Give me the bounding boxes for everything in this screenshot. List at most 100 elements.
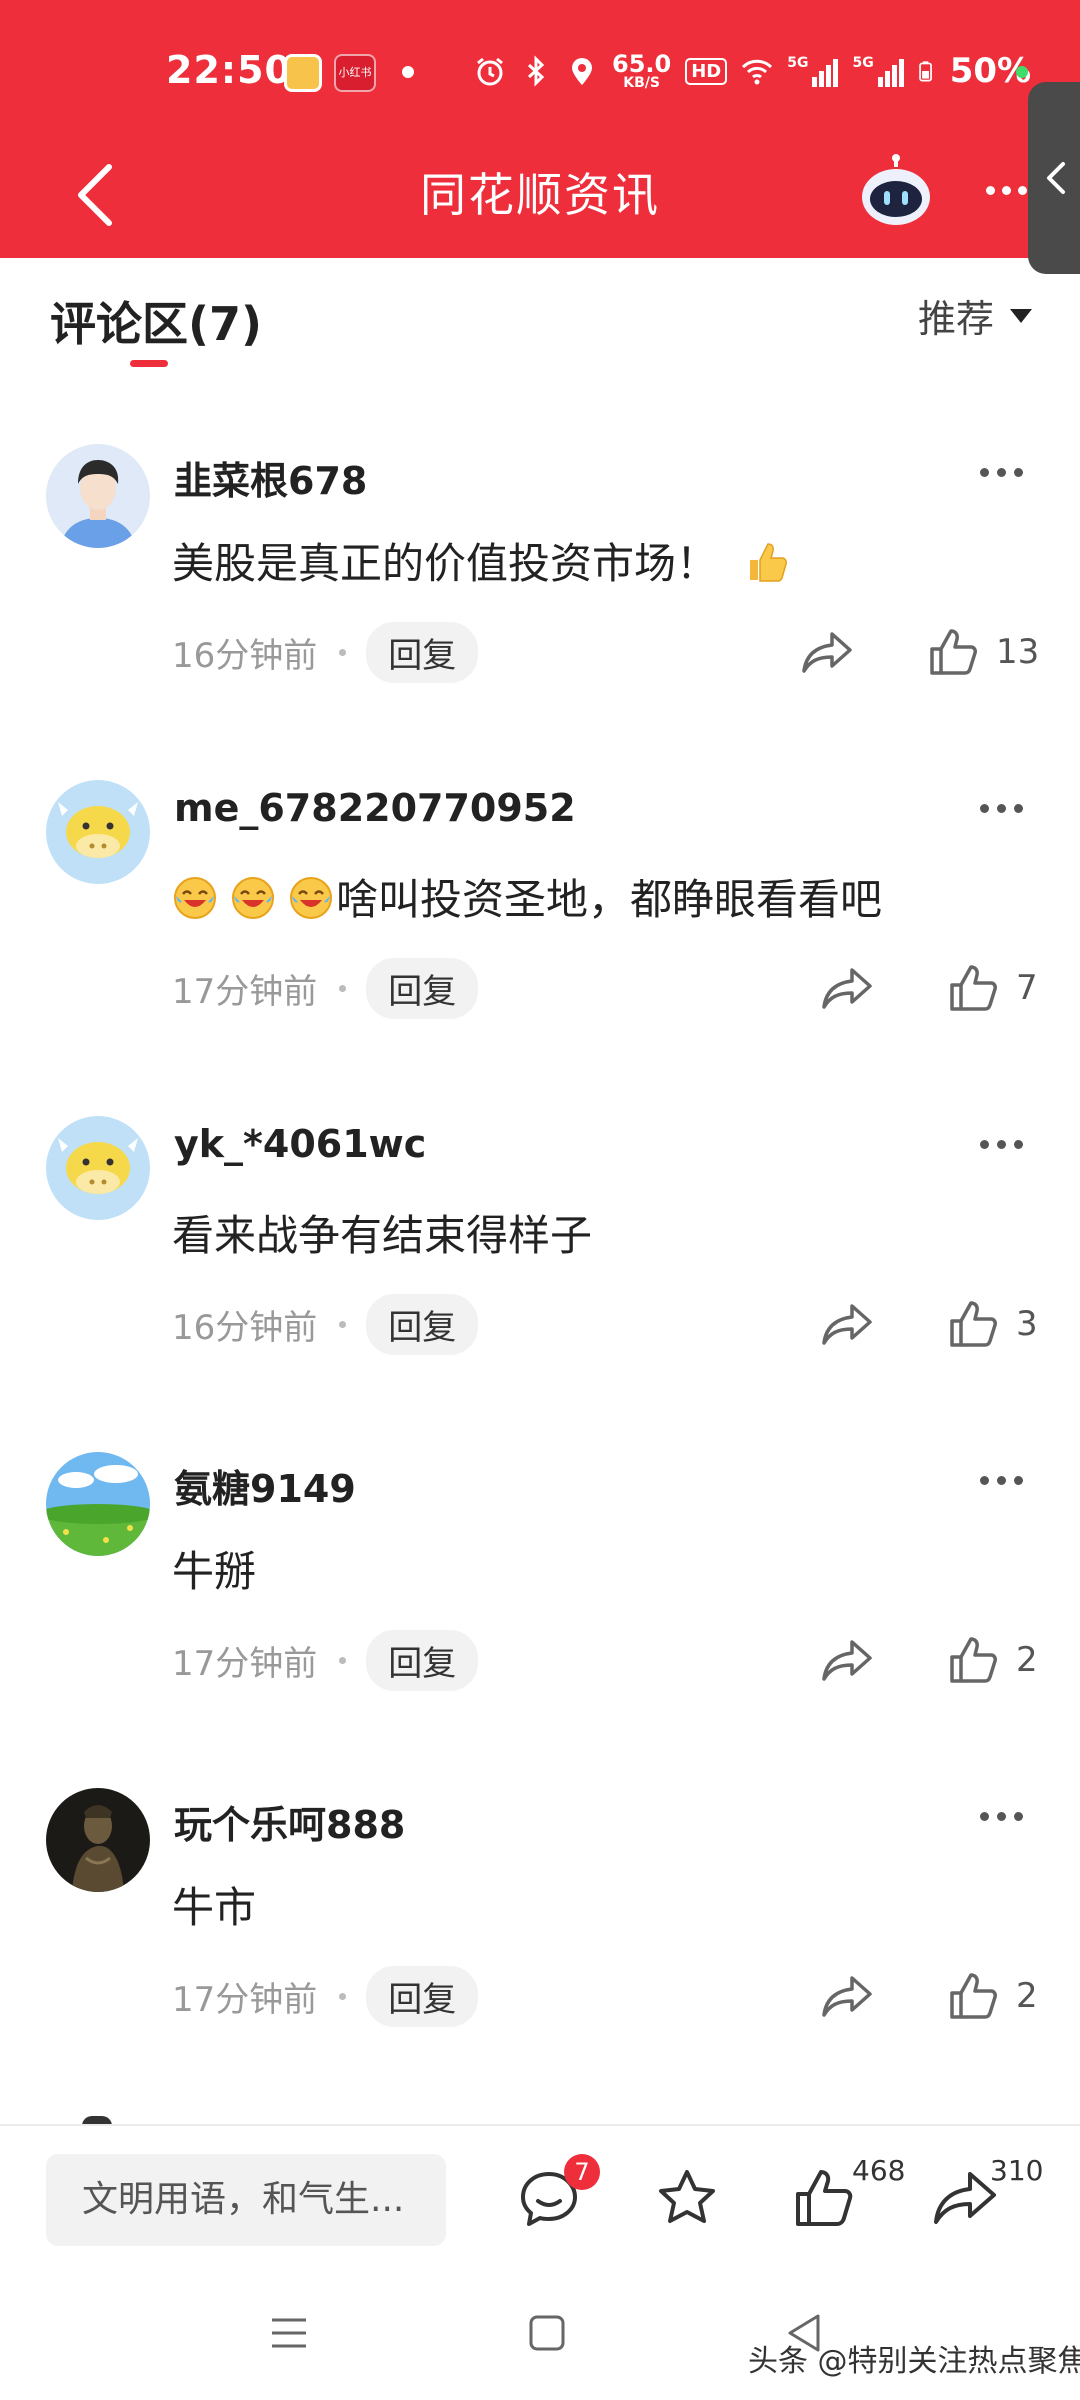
laughing-face-emoji-icon [174,876,216,919]
comment-list: 韭菜根678 美股是真正的价值投资市场！ 16分钟前 回复 13 me_6782… [0,390,1080,2070]
signal-strength-2: 5G [852,55,904,87]
comment-text: 看来战争有结束得样子 [172,1202,592,1263]
like-count: 7 [1016,968,1038,1008]
comment-time: 16分钟前 [172,635,318,676]
like-count: 3 [1016,1304,1038,1344]
comment-time: 16分钟前 [172,1307,318,1348]
separator-dot [339,1320,347,1328]
comment-text: 啥叫投资圣地，都睁眼看看吧 [172,866,882,927]
title-bar: 同花顺资讯 [0,145,1080,258]
comment-item: yk_*4061wc 看来战争有结束得样子 16分钟前 回复 3 [0,1062,1080,1398]
status-icons: 65.0 KB/S HD 5G 5G 50% [474,46,1031,96]
comment-meta: 16分钟前 回复 [172,1293,479,1355]
comment-body: 啥叫投资圣地，都睁眼看看吧 [336,875,883,924]
reply-button[interactable]: 回复 [366,1629,479,1691]
signal-strength-1: 5G [787,55,839,87]
comment-username[interactable]: 玩个乐呵888 [174,1794,405,1849]
comment-more-button[interactable] [980,462,1030,482]
reply-button[interactable]: 回复 [366,1293,479,1355]
separator-dot [339,648,347,656]
status-bar: 22:50 小红书 65.0 KB/S HD 5G 5G 50% [0,0,1080,145]
laughing-face-emoji-icon [232,876,274,919]
comment-item: 玩个乐呵888 牛市 17分钟前 回复 2 [0,1734,1080,2070]
comment-item: me_678220770952 啥叫投资圣地，都睁眼看看吧 17分钟前 回复 7 [0,726,1080,1062]
comment-time: 17分钟前 [172,971,318,1012]
comment-username[interactable]: yk_*4061wc [174,1122,426,1166]
signal-2-label: 5G [852,55,874,71]
location-icon [572,58,592,85]
user-avatar[interactable] [46,780,150,884]
thumbs-up-emoji-icon [750,542,788,582]
comment-meta: 17分钟前 回复 [172,1965,479,2027]
comment-text: 牛掰 [172,1538,256,1599]
notification-app-icon [284,54,322,92]
watermark-text: 头条 @特别关注热点聚焦 [748,2344,1080,2379]
comment-more-button[interactable] [980,1470,1030,1490]
caret-down-icon [1010,308,1033,323]
like-count: 2 [1016,1640,1038,1680]
share-icon[interactable] [820,962,876,1014]
hd-volte-badge: HD [685,57,728,85]
comment-meta: 16分钟前 回复 [172,621,479,683]
article-share-count: 310 [990,2154,1044,2187]
user-avatar[interactable] [46,1788,150,1892]
sort-label: 推荐 [918,297,995,341]
like-button[interactable]: 13 [928,626,1039,678]
signal-1-label: 5G [787,55,809,71]
xiaohongshu-app-icon: 小红书 [334,54,376,92]
bottom-action-bar: 文明用语，和气生... 7 468 310 [0,2124,1080,2272]
like-button[interactable]: 3 [948,1298,1038,1350]
share-icon[interactable] [820,1298,876,1350]
share-icon[interactable] [820,1970,876,2022]
comment-item: 韭菜根678 美股是真正的价值投资市场！ 16分钟前 回复 13 [0,390,1080,726]
battery-icon [918,61,932,82]
reply-button[interactable]: 回复 [366,621,479,683]
comment-body: 牛掰 [172,1547,257,1596]
laughing-face-emoji-icon [290,876,332,919]
comment-section-header: 评论区(7) 推荐 [0,258,1080,390]
thumbs-up-icon [950,1301,997,1347]
thumbs-up-icon [950,965,997,1011]
star-favorite-icon[interactable] [654,2166,720,2232]
comment-time: 17分钟前 [172,1643,318,1684]
comment-more-button[interactable] [980,1806,1030,1826]
comment-username[interactable]: me_678220770952 [174,786,576,830]
comment-username[interactable]: 氨糖9149 [174,1458,356,1513]
thumbs-up-icon [930,629,977,675]
comment-meta: 17分钟前 回复 [172,1629,479,1691]
separator-dot [339,1656,347,1664]
reply-button[interactable]: 回复 [366,957,479,1019]
like-button[interactable]: 7 [948,962,1038,1014]
comment-more-button[interactable] [980,1134,1030,1154]
section-title-underline [130,360,168,367]
comment-count-badge: 7 [564,2154,600,2190]
reply-button[interactable]: 回复 [366,1965,479,2027]
side-panel-tab[interactable] [1028,82,1080,274]
status-time: 22:50 [166,48,292,92]
home-square-icon[interactable] [526,2312,568,2354]
separator-dot [339,984,347,992]
notification-dot-icon [402,66,414,78]
comment-body: 看来战争有结束得样子 [172,1211,593,1260]
share-icon[interactable] [932,2166,998,2232]
like-button[interactable]: 2 [948,1634,1038,1686]
privacy-indicator-icon [1016,66,1028,78]
comment-time: 17分钟前 [172,1979,318,2020]
comment-input[interactable]: 文明用语，和气生... [46,2154,446,2246]
like-count: 13 [996,632,1040,672]
comment-more-button[interactable] [980,798,1030,818]
share-icon[interactable] [820,1634,876,1686]
user-avatar[interactable] [46,1116,150,1220]
thumbs-up-icon [950,1973,997,2019]
robot-assistant-icon[interactable] [858,153,934,229]
menu-icon[interactable] [268,2312,310,2354]
comment-username[interactable]: 韭菜根678 [174,450,367,505]
share-icon[interactable] [800,626,856,678]
comment-body: 美股是真正的价值投资市场！ [172,539,719,588]
network-speed-value: 65.0 [612,50,672,78]
thumbs-up-icon[interactable] [792,2166,858,2232]
like-button[interactable]: 2 [948,1970,1038,2022]
user-avatar[interactable] [46,1452,150,1556]
user-avatar[interactable] [46,444,150,548]
sort-dropdown[interactable]: 推荐 [918,288,1033,343]
